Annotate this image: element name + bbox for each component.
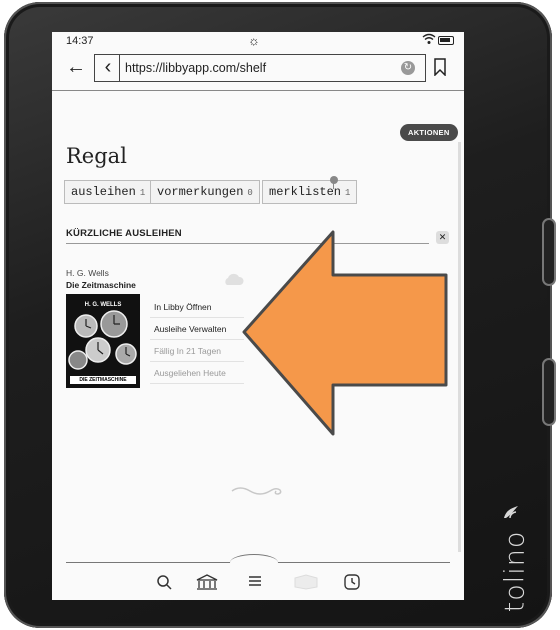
tab-count: 1	[345, 188, 351, 198]
book-title[interactable]: Die Zeitmaschine	[66, 280, 136, 290]
tab-label: merklisten	[269, 185, 342, 199]
cover-title: DIE ZEITMASCHINE	[70, 376, 136, 384]
tab-merklisten[interactable]: merklisten 1	[262, 180, 358, 204]
tab-label: vormerkungen	[157, 185, 244, 199]
cloud-icon[interactable]	[222, 272, 244, 286]
borrowed-date-item: Ausgeliehen Heute	[150, 362, 244, 384]
library-icon[interactable]	[196, 574, 218, 592]
menu-icon[interactable]	[248, 574, 262, 588]
wifi-icon	[422, 33, 436, 44]
clocks-illustration	[68, 310, 137, 370]
battery-icon	[438, 36, 454, 45]
close-icon[interactable]: ✕	[436, 231, 449, 244]
clock-icon[interactable]	[344, 574, 360, 590]
manage-loan-item[interactable]: Ausleihe Verwalten	[150, 318, 244, 340]
divider	[66, 243, 429, 244]
back-arrow-icon[interactable]: ←	[66, 56, 86, 79]
pin-icon	[330, 176, 338, 189]
page-forward-button[interactable]	[542, 218, 556, 286]
leaf-icon	[504, 506, 518, 519]
sun-icon[interactable]: ☼	[248, 33, 260, 48]
due-date-item: Fällig In 21 Tagen	[150, 340, 244, 362]
reload-icon[interactable]: ↻	[401, 61, 415, 75]
section-title: KÜRZLICHE AUSLEIHEN	[66, 228, 182, 239]
address-bar[interactable]: ‹ https://libbyapp.com/shelf ↻	[94, 54, 426, 82]
brand-name: tolino	[499, 530, 531, 613]
status-bar: 14:37 ☼	[52, 32, 464, 50]
actions-button[interactable]: AKTIONEN	[400, 124, 458, 141]
books-icon[interactable]	[294, 574, 318, 590]
bottom-nav	[52, 568, 464, 596]
tab-label: ausleihen	[71, 185, 136, 199]
brand-logo: tolino	[492, 504, 532, 612]
tab-count: 1	[139, 188, 146, 198]
status-time: 14:37	[66, 35, 94, 47]
page-back-button[interactable]	[542, 358, 556, 426]
bookmark-icon[interactable]	[434, 58, 446, 76]
tab-count: 0	[247, 188, 253, 198]
chevron-left-icon[interactable]: ‹	[97, 55, 120, 81]
open-in-libby-item[interactable]: In Libby Öffnen	[150, 296, 244, 318]
tab-ausleihen[interactable]: ausleihen 1	[64, 180, 153, 204]
page-title: Regal	[66, 144, 127, 168]
scrollbar[interactable]	[458, 142, 461, 552]
book-cover[interactable]: H. G. WELLS DIE ZEITMASCHINE	[66, 294, 140, 388]
ornament-icon	[231, 487, 282, 495]
tab-vormerkungen[interactable]: vormerkungen 0	[150, 180, 260, 204]
url-text[interactable]: https://libbyapp.com/shelf	[125, 61, 266, 75]
book-author: H. G. Wells	[66, 268, 109, 278]
screen: 14:37 ☼ ← ‹ https://libbyapp.com/shelf ↻…	[52, 32, 464, 600]
browser-toolbar: ← ‹ https://libbyapp.com/shelf ↻	[52, 50, 464, 91]
search-icon[interactable]	[156, 574, 172, 590]
ereader-device: tolino 14:37 ☼ ← ‹ https://libbyapp.com/…	[4, 2, 556, 628]
